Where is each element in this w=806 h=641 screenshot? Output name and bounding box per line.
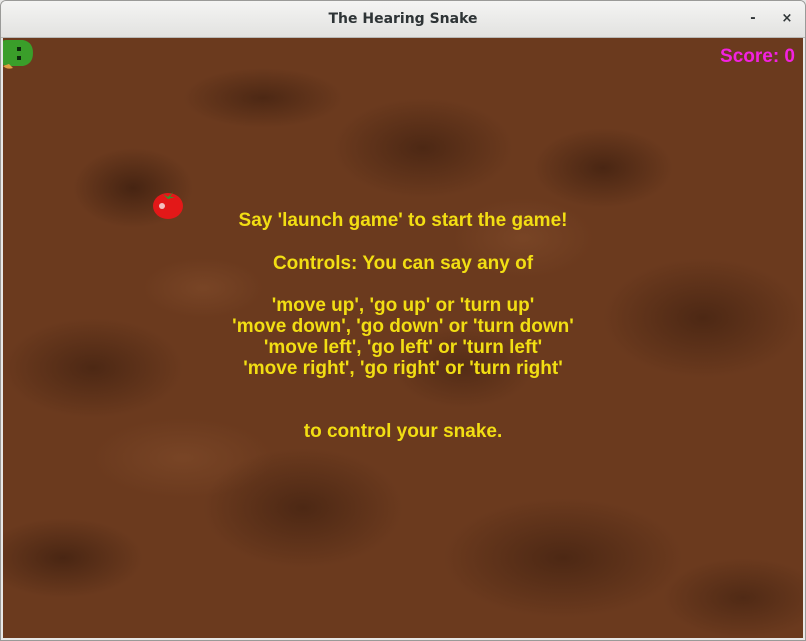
control-down: 'move down', 'go down' or 'turn down'	[232, 316, 574, 337]
score-label: Score: 0	[720, 46, 795, 67]
minimize-button[interactable]: -	[743, 9, 763, 29]
control-right: 'move right', 'go right' or 'turn right'	[243, 358, 563, 379]
snake-head	[3, 40, 33, 69]
close-button[interactable]: ×	[777, 9, 797, 29]
window-title: The Hearing Snake	[328, 11, 478, 27]
footer-instruction: to control your snake.	[303, 421, 503, 442]
control-left: 'move left', 'go left' or 'turn left'	[263, 337, 543, 358]
controls-header: Controls: You can say any of	[272, 253, 534, 274]
app-window: The Hearing Snake - × Score: 0 Say 'laun…	[0, 0, 806, 641]
control-up: 'move up', 'go up' or 'turn up'	[271, 295, 535, 316]
title-bar[interactable]: The Hearing Snake - ×	[1, 1, 805, 38]
game-canvas[interactable]: Score: 0 Say 'launch game' to start the …	[3, 38, 803, 638]
start-instruction: Say 'launch game' to start the game!	[238, 210, 568, 231]
